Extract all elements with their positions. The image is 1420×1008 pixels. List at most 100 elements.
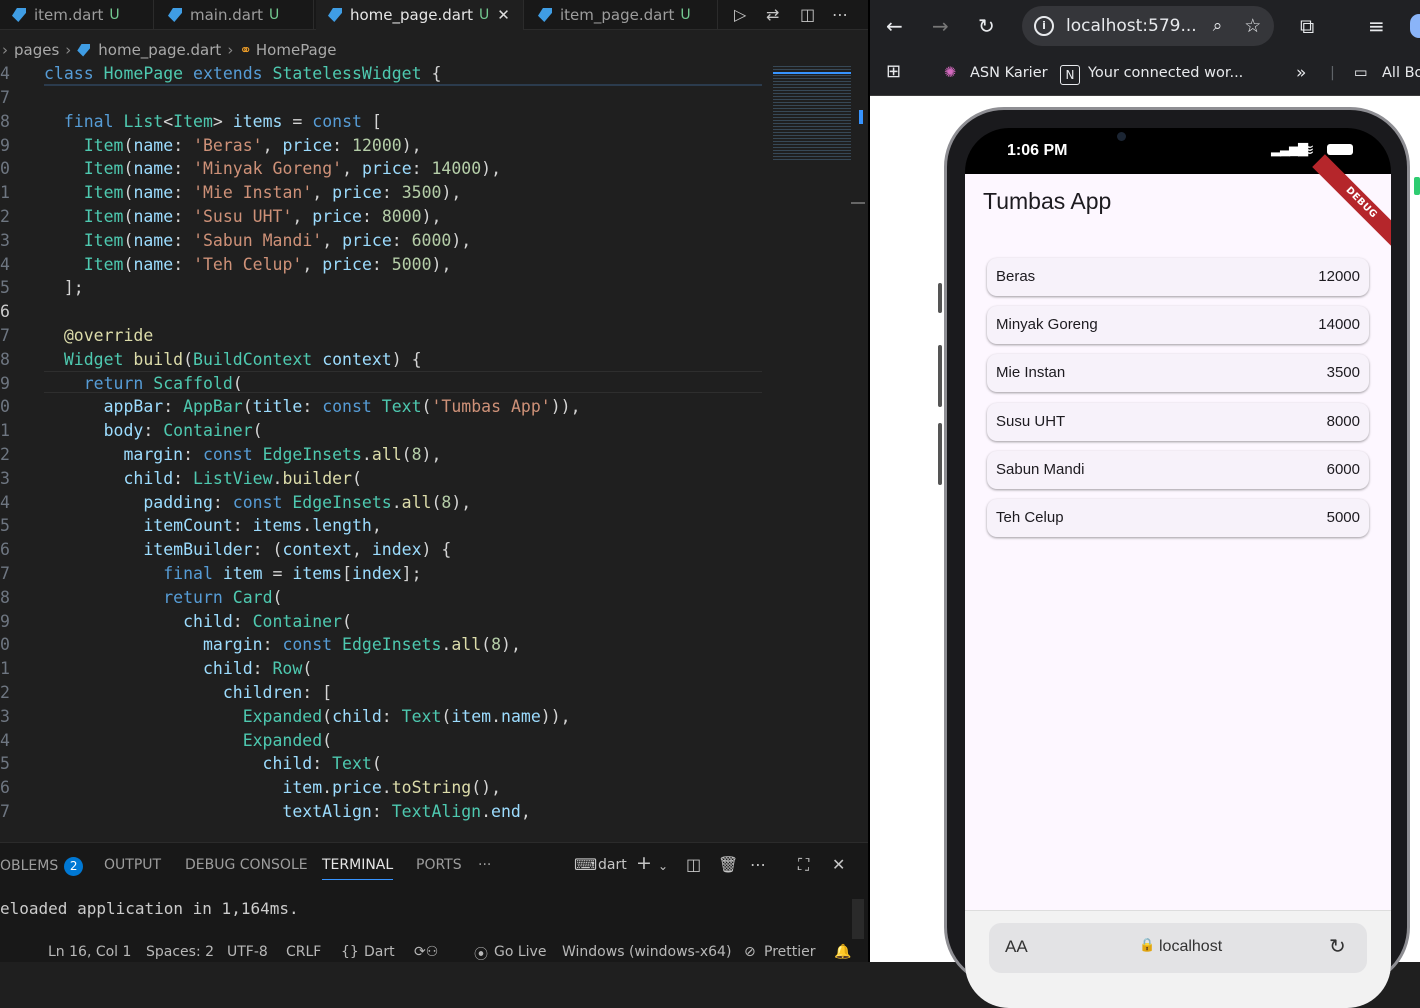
code-line[interactable]: margin: const EdgeInsets.all(8), — [44, 633, 521, 657]
tab-debug-console[interactable]: DEBUG CONSOLE — [185, 857, 308, 873]
prettier-status[interactable]: Prettier — [764, 944, 816, 960]
tab-home-page-dart[interactable]: home_page.dart U ✕ — [316, 0, 524, 30]
new-terminal-icon[interactable]: + — [636, 852, 652, 874]
terminal-scrollbar[interactable] — [852, 899, 864, 939]
zoom-icon[interactable]: ⌕ — [1213, 16, 1223, 36]
terminal-shell-label[interactable]: dart — [598, 857, 627, 873]
asn-karier-icon: ✺ — [944, 65, 957, 81]
code-line[interactable]: child: Text( — [44, 752, 382, 776]
close-icon[interactable]: ✕ — [497, 6, 510, 24]
code-line[interactable]: body: Container( — [44, 419, 263, 443]
forward-icon[interactable]: → — [932, 14, 949, 38]
chevron-down-icon[interactable]: ⌄ — [658, 859, 668, 873]
reload-icon[interactable]: ↻ — [978, 14, 995, 38]
code-line[interactable]: padding: const EdgeInsets.all(8), — [44, 491, 471, 515]
panel-more-icon[interactable]: ··· — [478, 857, 491, 873]
code-line[interactable]: final List<Item> items = const [ — [44, 110, 382, 134]
extensions-icon[interactable]: ⧉ — [1300, 14, 1314, 38]
code-line[interactable]: Item(name: 'Mie Instan', price: 3500), — [44, 181, 462, 205]
back-icon[interactable]: ← — [886, 14, 903, 38]
bookmark-asn-karier[interactable]: ASN Karier — [970, 65, 1048, 81]
code-line[interactable]: Expanded(child: Text(item.name)), — [44, 705, 571, 729]
breadcrumb-symbol[interactable]: HomePage — [256, 41, 337, 59]
code-line[interactable]: textAlign: TextAlign.end, — [44, 800, 530, 824]
more-bookmarks-icon[interactable]: » — [1296, 63, 1306, 83]
breadcrumb-file[interactable]: home_page.dart — [98, 41, 221, 59]
breadcrumb-folder[interactable]: pages — [14, 41, 59, 59]
code-line[interactable]: appBar: AppBar(title: const Text('Tumbas… — [44, 395, 581, 419]
encoding[interactable]: UTF-8 — [227, 944, 268, 960]
bookmark-all-bookmarks[interactable]: All Bo — [1382, 65, 1420, 81]
run-icon[interactable]: ▷ — [734, 5, 746, 24]
code-line[interactable]: Item(name: 'Teh Celup', price: 5000), — [44, 253, 452, 277]
tab-problems[interactable]: OBLEMS 2 — [0, 857, 84, 876]
code-line[interactable]: itemCount: items.length, — [44, 514, 381, 538]
sticky-scroll-line[interactable]: class HomePage extends StatelessWidget { — [44, 62, 762, 86]
scrollbar-thumb[interactable] — [851, 202, 865, 204]
split-editor-icon[interactable]: ◫ — [800, 5, 815, 24]
safari-host[interactable]: localhost — [1159, 938, 1222, 956]
line-number: 6 — [0, 778, 10, 798]
media-controls-icon[interactable]: ≡ — [1368, 14, 1385, 38]
indentation[interactable]: Spaces: 2 — [146, 944, 214, 960]
go-live-button[interactable]: Go Live — [494, 944, 546, 960]
dart-devtools-icon[interactable]: ⟳⚇ — [414, 944, 438, 960]
item-price: 14000 — [1318, 316, 1360, 334]
tab-item-page-dart[interactable]: item_page.dart U — [526, 0, 718, 30]
minimap[interactable] — [765, 62, 865, 842]
code-line[interactable]: Widget build(BuildContext context) { — [44, 348, 422, 372]
code-line[interactable]: child: Container( — [44, 610, 352, 634]
bookmark-star-icon[interactable]: ☆ — [1244, 15, 1261, 37]
cursor-position[interactable]: Ln 16, Col 1 — [48, 944, 131, 960]
split-terminal-icon[interactable]: ◫ — [686, 855, 701, 874]
bell-icon[interactable]: 🔔 — [834, 944, 851, 960]
code-line[interactable]: itemBuilder: (context, index) { — [44, 538, 451, 562]
reload-icon[interactable]: ↻ — [1329, 934, 1346, 958]
safari-bottom-bar: AA 🔒 localhost ↻ — [965, 910, 1391, 1008]
chevron-right-icon: › — [227, 41, 234, 59]
tab-ports[interactable]: PORTS — [416, 857, 462, 873]
address-bar[interactable]: i localhost:579... ⌕ ☆ — [1022, 6, 1274, 46]
avatar[interactable] — [1410, 14, 1420, 38]
code-line[interactable]: Item(name: 'Susu UHT', price: 8000), — [44, 205, 442, 229]
code-line[interactable]: return Scaffold( — [44, 372, 243, 396]
code-line[interactable]: children: [ — [44, 681, 332, 705]
code-line[interactable]: @override — [44, 324, 153, 348]
line-ending[interactable]: CRLF — [286, 944, 321, 960]
language-mode[interactable]: Dart — [364, 944, 395, 960]
close-panel-icon[interactable]: ✕ — [832, 855, 845, 874]
code-line[interactable]: child: Row( — [44, 657, 312, 681]
code-line[interactable]: item.price.toString(), — [44, 776, 501, 800]
maximize-icon[interactable]: ⛶ — [798, 855, 809, 875]
braces-icon: {} — [341, 944, 359, 960]
code-line[interactable]: final item = items[index]; — [44, 562, 421, 586]
url-text[interactable]: localhost:579... — [1066, 16, 1197, 36]
bookmark-notion[interactable]: Your connected wor... — [1088, 65, 1243, 81]
more-actions-icon[interactable]: ⋯ — [832, 5, 848, 24]
tab-output[interactable]: OUTPUT — [104, 857, 161, 873]
line-number: 2 — [0, 683, 10, 702]
apps-grid-icon[interactable]: ⊞ — [886, 61, 901, 82]
tab-untracked-badge: U — [269, 7, 280, 23]
code-line[interactable]: Item(name: 'Minyak Goreng', price: 14000… — [44, 157, 501, 181]
code-editor[interactable]: 4 class HomePage extends StatelessWidget… — [0, 62, 762, 842]
code-line[interactable]: Item(name: 'Sabun Mandi', price: 6000), — [44, 229, 472, 253]
code-line[interactable]: Expanded( — [44, 729, 332, 753]
code-line[interactable]: ]; — [44, 276, 84, 300]
device-selector[interactable]: Windows (windows-x64) — [562, 944, 731, 960]
code-line[interactable]: child: ListView.builder( — [44, 467, 361, 491]
line-number: 1 — [0, 421, 10, 441]
reader-mode-button[interactable]: AA — [1005, 937, 1028, 957]
minimap-slider[interactable] — [773, 72, 851, 74]
trash-icon[interactable]: 🗑 — [718, 855, 738, 874]
tab-item-dart[interactable]: item.dart U — [0, 0, 154, 30]
code-line[interactable]: Item(name: 'Beras', price: 12000), — [44, 134, 422, 158]
compare-changes-icon[interactable]: ⇄ — [766, 5, 779, 24]
safari-address-box[interactable]: AA 🔒 localhost ↻ — [989, 923, 1367, 973]
code-line[interactable]: return Card( — [44, 586, 282, 610]
more-icon[interactable]: ⋯ — [750, 855, 766, 874]
tab-main-dart[interactable]: main.dart U — [156, 0, 314, 30]
tab-terminal[interactable]: TERMINAL — [322, 857, 394, 880]
site-info-icon[interactable]: i — [1034, 16, 1054, 36]
code-line[interactable]: margin: const EdgeInsets.all(8), — [44, 443, 441, 467]
